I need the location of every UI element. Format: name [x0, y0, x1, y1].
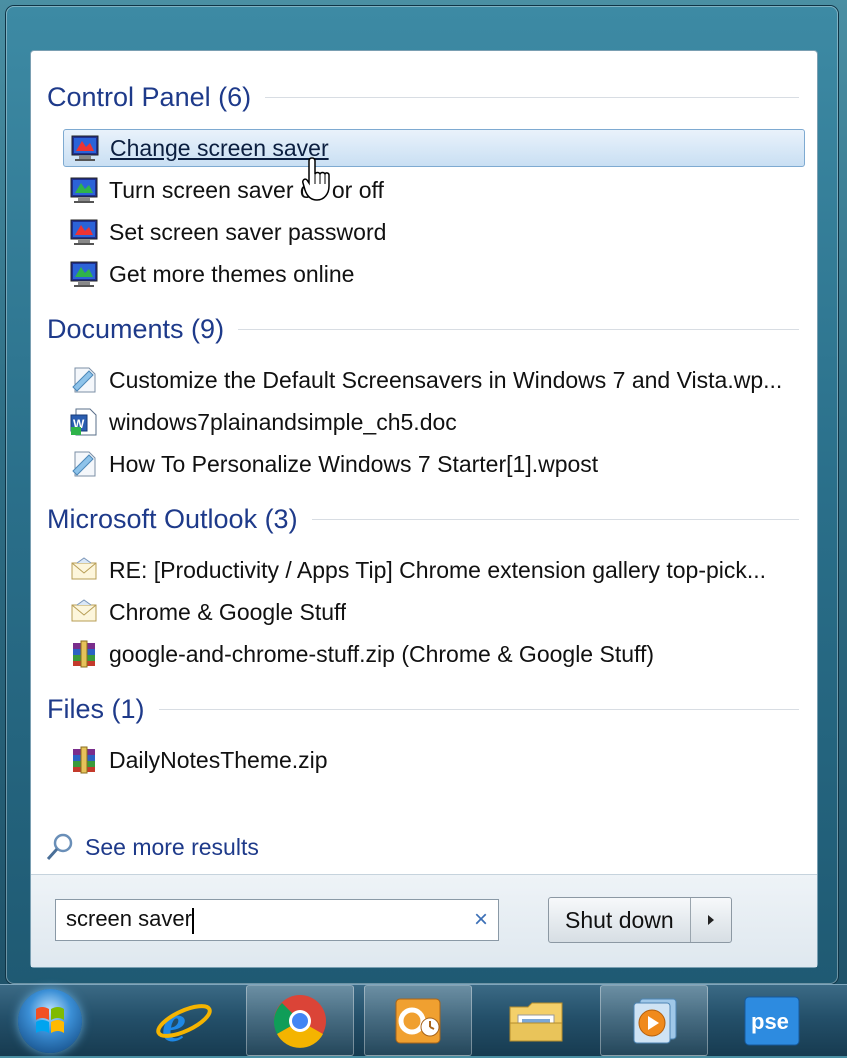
display-properties-icon — [71, 135, 99, 161]
section-title: Documents (9) — [47, 313, 225, 344]
result-item-document[interactable]: How To Personalize Windows 7 Starter[1].… — [63, 445, 805, 483]
section-divider — [158, 708, 799, 710]
shutdown-options-button[interactable] — [691, 898, 731, 942]
result-item-attachment[interactable]: google-and-chrome-stuff.zip (Chrome & Go… — [63, 635, 805, 673]
shutdown-button[interactable]: Shut down — [549, 898, 691, 942]
taskbar: e pse — [0, 984, 847, 1056]
result-item-email[interactable]: Chrome & Google Stuff — [63, 593, 805, 631]
result-label: Set screen saver password — [109, 218, 387, 245]
result-label: Customize the Default Screensavers in Wi… — [109, 366, 783, 393]
result-item-get-more-themes[interactable]: Get more themes online — [63, 255, 805, 293]
search-input-value: screen saver — [56, 906, 464, 934]
windows-logo-icon — [36, 1007, 64, 1033]
section-divider — [311, 518, 799, 520]
result-label: How To Personalize Windows 7 Starter[1].… — [109, 450, 599, 477]
result-item-file[interactable]: DailyNotesTheme.zip — [63, 741, 805, 779]
section-title: Files (1) — [47, 693, 145, 724]
zip-archive-icon — [73, 746, 95, 774]
media-player-icon — [633, 998, 677, 1043]
section-title: Microsoft Outlook (3) — [47, 503, 298, 534]
internet-explorer-icon: e — [156, 993, 212, 1051]
word-document-icon: W — [70, 408, 97, 436]
taskbar-media-player[interactable] — [600, 985, 708, 1056]
search-input[interactable]: screen saver × — [55, 899, 499, 941]
section-title: Control Panel (6) — [47, 81, 252, 112]
result-label: Change screen saver — [110, 134, 329, 161]
start-menu: Control Panel (6) Change screen saver Tu… — [6, 6, 838, 984]
taskbar-chrome[interactable] — [246, 985, 354, 1056]
see-more-label: See more results — [85, 833, 259, 860]
taskbar-internet-explorer[interactable]: e — [128, 985, 236, 1056]
result-label: RE: [Productivity / Apps Tip] Chrome ext… — [109, 556, 767, 583]
display-properties-icon — [70, 219, 98, 245]
taskbar-file-explorer[interactable] — [482, 985, 590, 1056]
see-more-results-link[interactable]: See more results — [45, 829, 259, 865]
zip-archive-icon — [73, 640, 95, 668]
result-label: Chrome & Google Stuff — [109, 598, 347, 625]
result-item-turn-screen-saver[interactable]: Turn screen saver on or off — [63, 171, 805, 209]
pse-label: pse — [751, 1009, 789, 1034]
result-label: DailyNotesTheme.zip — [109, 746, 328, 773]
taskbar-outlook[interactable] — [364, 985, 472, 1056]
result-item-set-password[interactable]: Set screen saver password — [63, 213, 805, 251]
file-explorer-icon — [509, 1002, 563, 1041]
result-item-change-screen-saver[interactable]: Change screen saver — [63, 129, 805, 167]
wpost-document-icon — [72, 451, 96, 477]
result-label: Get more themes online — [109, 260, 355, 287]
result-item-email[interactable]: RE: [Productivity / Apps Tip] Chrome ext… — [63, 551, 805, 589]
email-envelope-icon — [71, 599, 97, 622]
section-header-documents[interactable]: Documents (9) — [47, 309, 799, 349]
chrome-icon — [273, 994, 326, 1048]
start-orb-icon[interactable] — [18, 989, 82, 1053]
display-properties-icon — [70, 177, 98, 203]
taskbar-photoshop-elements[interactable]: pse — [718, 985, 826, 1056]
email-envelope-icon — [71, 557, 97, 580]
section-header-outlook[interactable]: Microsoft Outlook (3) — [47, 499, 799, 539]
result-item-document[interactable]: W windows7plainandsimple_ch5.doc — [63, 403, 805, 441]
chevron-right-icon — [707, 915, 714, 925]
section-header-files[interactable]: Files (1) — [47, 689, 799, 729]
wpost-document-icon — [72, 367, 96, 393]
section-divider — [238, 328, 799, 330]
start-menu-bottom-bar: screen saver × Shut down — [31, 874, 817, 967]
result-label: google-and-chrome-stuff.zip (Chrome & Go… — [109, 640, 655, 667]
result-label: windows7plainandsimple_ch5.doc — [109, 408, 457, 435]
shutdown-button-group: Shut down — [548, 897, 732, 943]
hand-cursor-icon — [302, 157, 330, 201]
photoshop-elements-icon: pse — [744, 996, 800, 1045]
outlook-icon — [395, 998, 441, 1043]
section-divider — [265, 96, 799, 98]
section-header-control-panel[interactable]: Control Panel (6) — [47, 77, 799, 117]
clear-icon[interactable]: × — [464, 906, 498, 934]
result-item-document[interactable]: Customize the Default Screensavers in Wi… — [63, 361, 805, 399]
result-label: Turn screen saver on or off — [109, 176, 384, 203]
display-properties-icon — [70, 261, 98, 287]
text-caret — [191, 907, 194, 934]
search-magnifier-icon — [46, 833, 73, 861]
search-results-panel: Control Panel (6) Change screen saver Tu… — [30, 50, 818, 968]
